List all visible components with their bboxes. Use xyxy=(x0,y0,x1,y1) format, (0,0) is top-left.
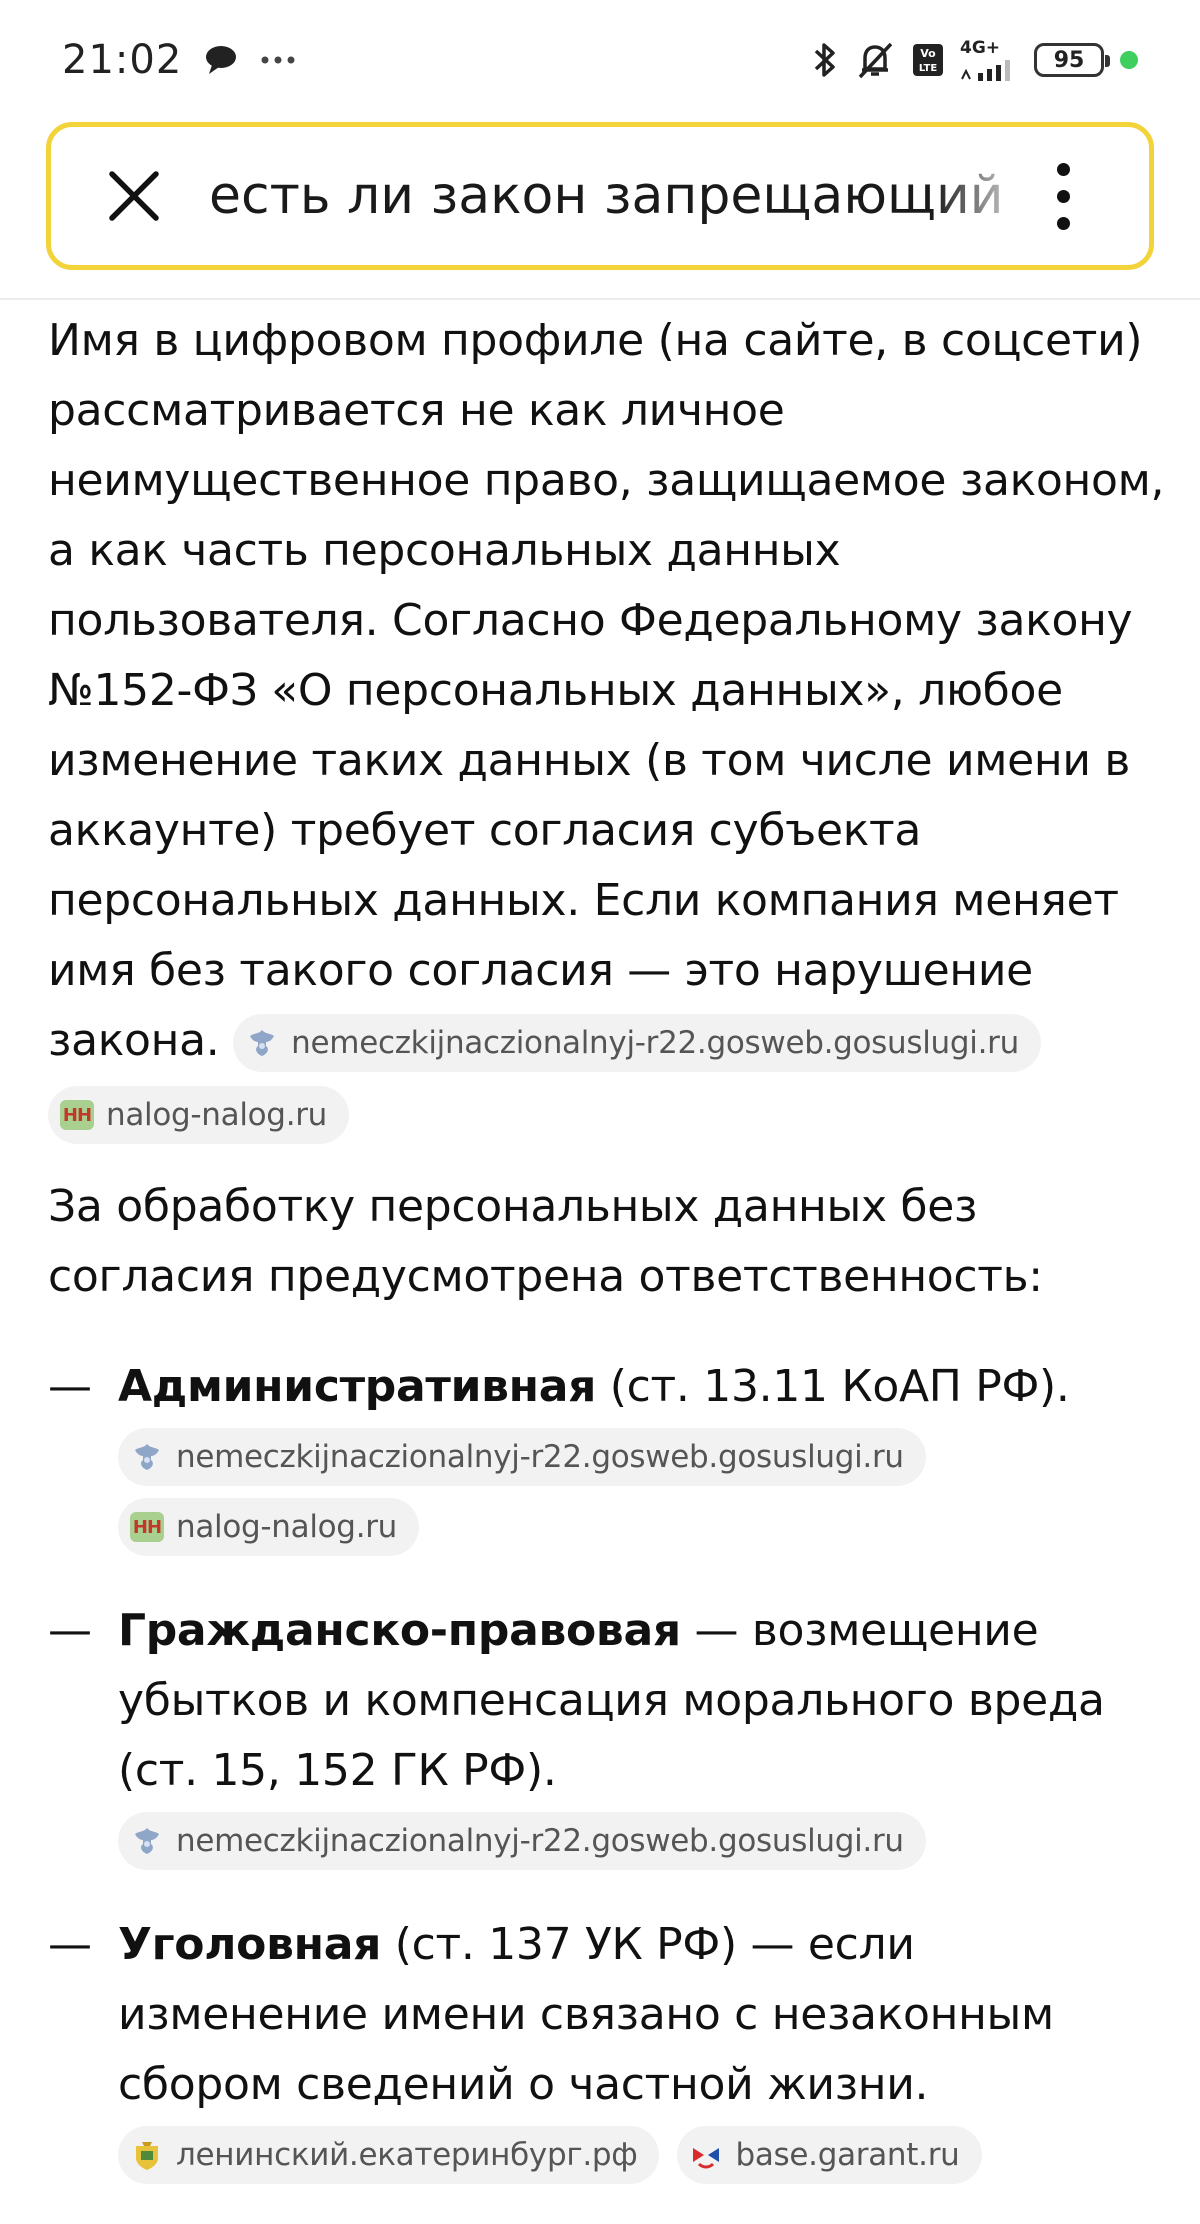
svg-text:LTE: LTE xyxy=(919,63,938,74)
list-item-text: Административная (ст. 13.11 КоАП РФ). xyxy=(118,1352,1168,1422)
list-item: — Административная (ст. 13.11 КоАП РФ). … xyxy=(48,1352,1168,1556)
nn-favicon-icon: НН xyxy=(60,1098,94,1132)
source-chip[interactable]: ленинский.екатеринбург.рф xyxy=(118,2126,660,2184)
eagle-emblem-icon xyxy=(130,1440,164,1474)
privacy-indicator-dot xyxy=(1120,51,1138,69)
list-item-body: Уголовная (ст. 137 УК РФ) — если изменен… xyxy=(118,1910,1168,2184)
header-divider xyxy=(0,298,1200,300)
more-notifications-icon xyxy=(260,55,296,65)
nn-favicon-label: НН xyxy=(60,1100,94,1130)
bluetooth-icon xyxy=(812,40,838,80)
source-domain: nalog-nalog.ru xyxy=(176,1509,398,1545)
list-item-body: Административная (ст. 13.11 КоАП РФ). ne… xyxy=(118,1352,1168,1556)
menu-dot xyxy=(1056,189,1070,203)
list-item-sources: nemeczkijnaczionalnyj-r22.gosweb.gosuslu… xyxy=(118,1428,1168,1556)
status-right: Vo LTE 4G+ 95 xyxy=(812,39,1138,81)
close-icon[interactable] xyxy=(99,161,169,231)
source-chip[interactable]: nemeczkijnaczionalnyj-r22.gosweb.gosuslu… xyxy=(233,1014,1041,1072)
network-type: 4G+ xyxy=(960,37,1001,58)
svg-text:Vo: Vo xyxy=(920,47,936,60)
menu-dot xyxy=(1056,162,1070,176)
source-domain: base.garant.ru xyxy=(735,2137,960,2173)
list-item-sources: nemeczkijnaczionalnyj-r22.gosweb.gosuslu… xyxy=(118,1812,1168,1870)
bell-muted-icon xyxy=(854,39,896,81)
chat-bubble-icon xyxy=(204,44,238,76)
eagle-emblem-icon xyxy=(245,1026,279,1060)
search-input[interactable]: есть ли закон запрещающий xyxy=(209,166,1033,226)
list-item-body: Гражданско-правовая — возмещение убытков… xyxy=(118,1596,1168,1870)
source-domain: nemeczkijnaczionalnyj-r22.gosweb.gosuslu… xyxy=(291,1025,1019,1061)
source-domain: nemeczkijnaczionalnyj-r22.gosweb.gosuslu… xyxy=(176,1439,904,1475)
liability-list: — Административная (ст. 13.11 КоАП РФ). … xyxy=(48,1352,1168,2184)
list-item: — Уголовная (ст. 137 УК РФ) — если измен… xyxy=(48,1910,1168,2184)
source-chip[interactable]: НН nalog-nalog.ru xyxy=(48,1086,350,1144)
menu-dot xyxy=(1056,216,1070,230)
list-item-title: Уголовная xyxy=(118,1919,382,1970)
source-chip[interactable]: nemeczkijnaczionalnyj-r22.gosweb.gosuslu… xyxy=(118,1812,926,1870)
coat-of-arms-icon xyxy=(130,2138,164,2172)
liability-paragraph: За обработку персональных данных без сог… xyxy=(48,1181,1043,1302)
list-dash: — xyxy=(48,1605,92,1656)
volte-icon: Vo LTE xyxy=(912,43,944,77)
list-item-text: Гражданско-правовая — возмещение убытков… xyxy=(118,1596,1168,1806)
intro-sources-row: НН nalog-nalog.ru xyxy=(48,1086,1168,1144)
more-options-icon[interactable] xyxy=(1033,151,1093,241)
list-item-title: Административная xyxy=(118,1361,597,1412)
list-dash: — xyxy=(48,1919,92,1970)
source-domain: nemeczkijnaczionalnyj-r22.gosweb.gosuslu… xyxy=(176,1823,904,1859)
nn-favicon-label: НН xyxy=(130,1512,164,1542)
list-dash: — xyxy=(48,1361,92,1412)
nn-favicon-icon: НН xyxy=(130,1510,164,1544)
status-bar: 21:02 Vo LTE 4G+ 95 xyxy=(0,0,1200,120)
answer-content: Имя в цифровом профиле (на сайте, в соцс… xyxy=(48,306,1168,2224)
source-chip[interactable]: base.garant.ru xyxy=(677,2126,982,2184)
source-chip[interactable]: НН nalog-nalog.ru xyxy=(118,1498,420,1556)
signal-icon: 4G+ xyxy=(960,37,1018,81)
source-domain: nalog-nalog.ru xyxy=(106,1097,328,1133)
list-item-text: Уголовная (ст. 137 УК РФ) — если изменен… xyxy=(118,1910,1168,2120)
list-item-desc: (ст. 13.11 КоАП РФ). xyxy=(596,1361,1070,1412)
source-domain: ленинский.екатеринбург.рф xyxy=(176,2137,638,2173)
search-bar[interactable]: есть ли закон запрещающий xyxy=(46,122,1154,270)
battery-indicator: 95 xyxy=(1034,43,1110,77)
intro-paragraph: Имя в цифровом профиле (на сайте, в соцс… xyxy=(48,306,1168,1076)
garant-logo-icon xyxy=(689,2138,723,2172)
list-item-sources: ленинский.екатеринбург.рф base.garant.ru xyxy=(118,2126,1168,2184)
source-chip[interactable]: nemeczkijnaczionalnyj-r22.gosweb.gosuslu… xyxy=(118,1428,926,1486)
intro-text: Имя в цифровом профиле (на сайте, в соцс… xyxy=(48,315,1165,1066)
status-time: 21:02 xyxy=(62,37,183,83)
list-item-title: Гражданско-правовая xyxy=(118,1605,681,1656)
status-left: 21:02 xyxy=(62,37,296,83)
eagle-emblem-icon xyxy=(130,1824,164,1858)
list-item: — Гражданско-правовая — возмещение убытк… xyxy=(48,1596,1168,1870)
